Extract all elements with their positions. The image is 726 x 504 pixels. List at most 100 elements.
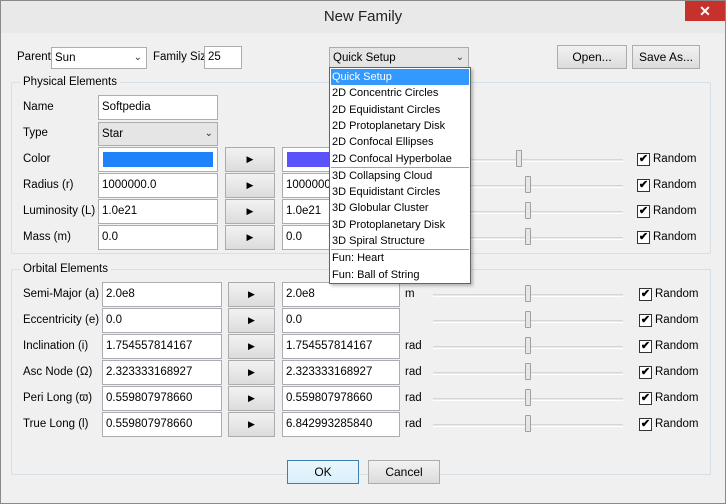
inclination-random-checkbox[interactable]: ✔ bbox=[639, 340, 652, 353]
peri-long-unit: rad bbox=[405, 392, 422, 404]
eccentricity-random-label: Random bbox=[655, 314, 699, 326]
setup-dropdown-list[interactable]: Quick Setup 2D Concentric Circles 2D Equid… bbox=[329, 67, 471, 284]
type-select[interactable]: Star ⌄ bbox=[98, 122, 218, 146]
window-title: New Family bbox=[323, 8, 403, 25]
asc-node-unit: rad bbox=[405, 366, 422, 378]
eccentricity-slider-thumb[interactable] bbox=[525, 311, 531, 328]
parent-label: Parent bbox=[17, 51, 51, 63]
new-family-dialog: New Family ✕ Parent Sun ⌄ Family Size 25… bbox=[0, 0, 726, 504]
mass-min-input[interactable]: 0.0 bbox=[98, 225, 218, 250]
mass-random-checkbox[interactable]: ✔ bbox=[637, 231, 650, 244]
semi-major-min-input[interactable]: 2.0e8 bbox=[102, 282, 222, 307]
color-slider-thumb[interactable] bbox=[515, 150, 522, 167]
semi-major-random-checkbox[interactable]: ✔ bbox=[639, 288, 652, 301]
dropdown-item[interactable]: Quick Setup bbox=[331, 69, 469, 85]
dropdown-item[interactable]: 3D Collapsing Cloud bbox=[331, 168, 469, 184]
eccentricity-max-input[interactable]: 0.0 bbox=[282, 308, 400, 333]
peri-long-copy-button[interactable]: ▶ bbox=[228, 386, 275, 411]
true-long-slider-thumb[interactable] bbox=[525, 415, 531, 432]
luminosity-label: Luminosity (L) bbox=[23, 205, 96, 217]
color-min-swatch[interactable] bbox=[98, 147, 218, 172]
luminosity-min-input[interactable]: 1.0e21 bbox=[98, 199, 218, 224]
semi-major-max-input[interactable]: 2.0e8 bbox=[282, 282, 400, 307]
inclination-unit: rad bbox=[405, 340, 422, 352]
radius-copy-button[interactable]: ▶ bbox=[225, 173, 275, 198]
cancel-button[interactable]: Cancel bbox=[368, 460, 440, 484]
save-as-button[interactable]: Save As... bbox=[632, 45, 700, 69]
eccentricity-copy-button[interactable]: ▶ bbox=[228, 308, 275, 333]
semi-major-random-label: Random bbox=[655, 288, 699, 300]
eccentricity-random-checkbox[interactable]: ✔ bbox=[639, 314, 652, 327]
semi-major-label: Semi-Major (a) bbox=[23, 288, 100, 300]
family-size-input[interactable]: 25 bbox=[204, 46, 242, 69]
parent-value: Sun bbox=[55, 52, 76, 64]
dropdown-item[interactable]: 3D Equidistant Circles bbox=[331, 184, 469, 200]
asc-node-random-checkbox[interactable]: ✔ bbox=[639, 366, 652, 379]
inclination-label: Inclination (i) bbox=[23, 340, 89, 352]
true-long-copy-button[interactable]: ▶ bbox=[228, 412, 275, 437]
chevron-down-icon: ⌄ bbox=[455, 52, 464, 63]
peri-long-min-input[interactable]: 0.559807978660 bbox=[102, 386, 222, 411]
luminosity-random-checkbox[interactable]: ✔ bbox=[637, 205, 650, 218]
dropdown-item[interactable]: Fun: Ball of String bbox=[331, 267, 469, 283]
chevron-down-icon: ⌄ bbox=[133, 52, 142, 63]
setup-select[interactable]: Quick Setup ⌄ bbox=[329, 47, 469, 69]
luminosity-slider-thumb[interactable] bbox=[525, 202, 531, 219]
peri-long-random-checkbox[interactable]: ✔ bbox=[639, 392, 652, 405]
peri-long-max-input[interactable]: 0.559807978660 bbox=[282, 386, 400, 411]
asc-node-random-label: Random bbox=[655, 366, 699, 378]
peri-long-random-label: Random bbox=[655, 392, 699, 404]
mass-slider-thumb[interactable] bbox=[525, 228, 531, 245]
inclination-copy-button[interactable]: ▶ bbox=[228, 334, 275, 359]
mass-random-label: Random bbox=[653, 231, 697, 243]
radius-min-input[interactable]: 1000000.0 bbox=[98, 173, 218, 198]
title-bar: New Family ✕ bbox=[1, 1, 725, 33]
dropdown-item[interactable]: Fun: Heart bbox=[331, 250, 469, 266]
dropdown-item[interactable]: 3D Spiral Structure bbox=[331, 233, 469, 249]
dropdown-item[interactable]: 2D Confocal Hyperbolae bbox=[331, 151, 469, 167]
true-long-min-input[interactable]: 0.559807978660 bbox=[102, 412, 222, 437]
true-long-random-checkbox[interactable]: ✔ bbox=[639, 418, 652, 431]
semi-major-slider-thumb[interactable] bbox=[525, 285, 531, 302]
chevron-down-icon: ⌄ bbox=[204, 128, 213, 139]
peri-long-slider-thumb[interactable] bbox=[525, 389, 531, 406]
mass-copy-button[interactable]: ▶ bbox=[225, 225, 275, 250]
color-random-label: Random bbox=[653, 153, 697, 165]
dropdown-item[interactable]: 2D Protoplanetary Disk bbox=[331, 118, 469, 134]
dropdown-item[interactable]: 2D Confocal Ellipses bbox=[331, 134, 469, 150]
asc-node-copy-button[interactable]: ▶ bbox=[228, 360, 275, 385]
orbital-group-title: Orbital Elements bbox=[20, 263, 112, 275]
dropdown-item[interactable]: 2D Concentric Circles bbox=[331, 85, 469, 101]
luminosity-copy-button[interactable]: ▶ bbox=[225, 199, 275, 224]
radius-label: Radius (r) bbox=[23, 179, 74, 191]
physical-group-title: Physical Elements bbox=[20, 76, 120, 88]
setup-value: Quick Setup bbox=[333, 52, 396, 64]
peri-long-label: Peri Long (ϖ) bbox=[23, 392, 93, 404]
copy-color-button[interactable]: ▶ bbox=[225, 147, 275, 172]
asc-node-max-input[interactable]: 2.323333168927 bbox=[282, 360, 400, 385]
eccentricity-label: Eccentricity (e) bbox=[23, 314, 100, 326]
radius-random-checkbox[interactable]: ✔ bbox=[637, 179, 650, 192]
dropdown-item[interactable]: 3D Protoplanetary Disk bbox=[331, 217, 469, 233]
parent-select[interactable]: Sun ⌄ bbox=[51, 47, 147, 69]
eccentricity-min-input[interactable]: 0.0 bbox=[102, 308, 222, 333]
inclination-max-input[interactable]: 1.754557814167 bbox=[282, 334, 400, 359]
close-button[interactable]: ✕ bbox=[685, 1, 725, 21]
dropdown-item[interactable]: 3D Globular Cluster bbox=[331, 200, 469, 216]
dialog-body: Parent Sun ⌄ Family Size 25 Quick Setup … bbox=[8, 33, 718, 497]
ok-button[interactable]: OK bbox=[287, 460, 359, 484]
radius-random-label: Random bbox=[653, 179, 697, 191]
asc-node-slider-thumb[interactable] bbox=[525, 363, 531, 380]
semi-major-copy-button[interactable]: ▶ bbox=[228, 282, 275, 307]
name-input[interactable]: Softpedia bbox=[98, 95, 218, 120]
dropdown-item[interactable]: 2D Equidistant Circles bbox=[331, 102, 469, 118]
open-button[interactable]: Open... bbox=[557, 45, 627, 69]
asc-node-min-input[interactable]: 2.323333168927 bbox=[102, 360, 222, 385]
true-long-random-label: Random bbox=[655, 418, 699, 430]
inclination-min-input[interactable]: 1.754557814167 bbox=[102, 334, 222, 359]
asc-node-label: Asc Node (Ω) bbox=[23, 366, 93, 378]
radius-slider-thumb[interactable] bbox=[525, 176, 531, 193]
color-random-checkbox[interactable]: ✔ bbox=[637, 153, 650, 166]
true-long-max-input[interactable]: 6.842993285840 bbox=[282, 412, 400, 437]
inclination-slider-thumb[interactable] bbox=[525, 337, 531, 354]
